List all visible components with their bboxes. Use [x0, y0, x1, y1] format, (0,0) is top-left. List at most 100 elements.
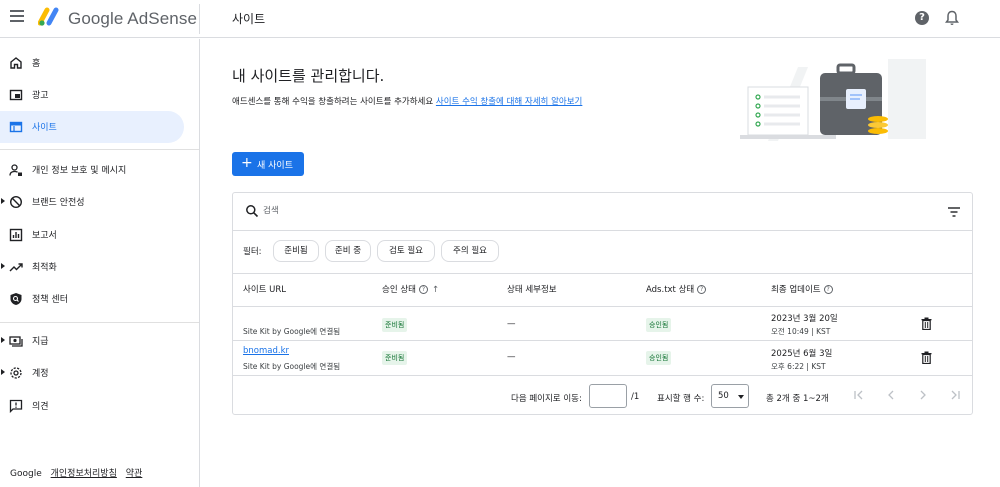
top-app-bar: Google AdSense 사이트 ? — [0, 0, 1000, 38]
help-icon[interactable]: ? — [915, 11, 929, 25]
total-pages: /1 — [631, 392, 640, 402]
sidebar-item-home[interactable]: 홈 — [0, 47, 184, 79]
rows-per-page-select[interactable]: 50 — [711, 384, 749, 408]
update-time: 오후 6:22 | KST — [771, 362, 826, 371]
search-icon — [246, 205, 259, 218]
next-page-icon[interactable] — [917, 389, 929, 401]
terms-link[interactable]: 약관 — [126, 469, 143, 479]
card-divider — [233, 306, 972, 307]
sidebar-footer: Google 개인정보처리방침 약관 — [10, 466, 148, 479]
privacy-policy-link[interactable]: 개인정보처리방침 — [51, 469, 117, 479]
sidebar-item-privacy[interactable]: 개인 정보 보호 및 메시지 — [0, 154, 184, 186]
info-icon[interactable]: ? — [418, 285, 428, 294]
sidebar-item-policy-center[interactable]: 정책 센터 — [0, 283, 184, 315]
sidebar-item-payments[interactable]: 지급 — [0, 325, 184, 357]
learn-more-link[interactable]: 사이트 수익 창출에 대해 자세히 알아보기 — [436, 97, 582, 107]
trending-up-icon — [9, 263, 23, 272]
search-input[interactable] — [263, 201, 863, 221]
info-icon[interactable]: ? — [823, 285, 833, 294]
col-header-last-update-label: 최종 업데이트 — [771, 285, 821, 295]
col-header-ads-txt[interactable]: Ads.txt 상태? — [646, 283, 707, 295]
sidebar-item-label: 브랜드 안전성 — [32, 198, 85, 208]
delete-trash-icon[interactable] — [921, 317, 932, 330]
filter-chip-needs-review[interactable]: 검토 필요 — [377, 240, 435, 262]
sidebar-item-ads[interactable]: 광고 — [0, 79, 184, 111]
col-header-approval[interactable]: 승인 상태? ↑ — [382, 283, 439, 295]
notifications-bell-icon[interactable] — [945, 10, 959, 26]
filter-label: 필터: — [243, 247, 262, 257]
sort-arrow-icon[interactable]: ↑ — [432, 285, 439, 295]
filter-chip-preparing[interactable]: 준비 중 — [325, 240, 371, 262]
sidebar-item-label: 광고 — [32, 91, 49, 101]
sidebar-item-sites[interactable]: 사이트 — [0, 111, 184, 143]
page-subtitle: 애드센스를 통해 수익을 창출하려는 사이트를 추가하세요 사이트 수익 창출에… — [232, 95, 582, 107]
payments-icon — [9, 336, 23, 347]
sites-illustration — [738, 57, 938, 143]
status-detail: — — [507, 352, 516, 362]
last-page-icon[interactable] — [949, 389, 961, 401]
info-icon[interactable]: ? — [697, 285, 707, 294]
page-heading: 내 사이트를 관리합니다. — [232, 67, 385, 85]
sidebar-item-label: 홈 — [32, 59, 41, 69]
policy-shield-icon — [10, 293, 22, 305]
filter-chip-needs-attention[interactable]: 주의 필요 — [441, 240, 499, 262]
card-divider — [233, 375, 972, 376]
range-label: 총 2개 중 1~2개 — [766, 394, 829, 404]
hamburger-menu-icon[interactable] — [10, 10, 24, 24]
ads-icon — [9, 89, 23, 101]
goto-page-input[interactable] — [589, 384, 627, 408]
home-icon — [10, 57, 22, 69]
expand-caret-icon[interactable] — [1, 369, 5, 375]
adsense-logo — [38, 7, 59, 26]
reports-icon — [9, 228, 23, 242]
col-header-site-url[interactable]: 사이트 URL — [243, 283, 286, 295]
sidebar-item-label: 보고서 — [32, 231, 57, 241]
card-divider — [233, 340, 972, 341]
sidebar-item-optimization[interactable]: 최적화 — [0, 251, 184, 283]
sidebar-item-reports[interactable]: 보고서 — [0, 219, 184, 251]
filter-chip-ready[interactable]: 준비됨 — [273, 240, 319, 262]
gear-icon — [10, 367, 22, 379]
sidebar-item-label: 사이트 — [32, 123, 57, 133]
goto-page-label: 다음 페이지로 이동: — [511, 394, 582, 404]
status-detail: — — [507, 319, 516, 329]
plus-icon: + — [241, 155, 253, 171]
sites-table-card: 필터: 준비됨 준비 중 검토 필요 주의 필요 사이트 URL 승인 상태? ↑… — [232, 192, 973, 415]
site-connection-note: Site Kit by Google에 연결됨 — [243, 362, 341, 371]
col-header-status-detail[interactable]: 상태 세부정보 — [507, 283, 557, 295]
page-title: 사이트 — [232, 12, 266, 26]
sidebar-divider — [0, 322, 199, 323]
sites-icon — [9, 121, 23, 133]
sidebar-item-label: 지급 — [32, 337, 49, 347]
expand-caret-icon[interactable] — [1, 337, 5, 343]
col-header-last-update[interactable]: 최종 업데이트? — [771, 283, 833, 295]
footer-google: Google — [10, 469, 42, 479]
previous-page-icon[interactable] — [885, 389, 897, 401]
privacy-icon — [9, 164, 22, 176]
sidebar-item-brand-safety[interactable]: 브랜드 안전성 — [0, 186, 184, 218]
sidebar-nav: 홈 광고 사이트 개인 정보 보호 및 메시지 브랜드 안전성 보고서 최적화 … — [0, 39, 200, 487]
sidebar-item-label: 정책 센터 — [32, 295, 68, 305]
new-site-button[interactable]: + 새 사이트 — [232, 152, 304, 176]
site-url-link[interactable]: bnomad.kr — [243, 346, 289, 356]
chevron-down-icon — [738, 395, 744, 399]
sidebar-item-label: 최적화 — [32, 263, 57, 273]
sidebar-item-label: 개인 정보 보호 및 메시지 — [32, 166, 127, 176]
new-site-label: 새 사이트 — [257, 161, 293, 171]
first-page-icon[interactable] — [853, 389, 865, 401]
card-divider — [233, 230, 972, 231]
col-header-approval-label: 승인 상태 — [382, 285, 416, 295]
status-badge: 준비됨 — [382, 351, 408, 365]
expand-caret-icon[interactable] — [1, 198, 5, 204]
block-icon — [9, 195, 23, 209]
filter-list-icon[interactable] — [947, 206, 961, 218]
sidebar-divider — [0, 149, 199, 150]
header-divider — [199, 4, 200, 34]
ads-txt-badge: 승인됨 — [646, 318, 672, 332]
sidebar-item-feedback[interactable]: 의견 — [0, 390, 184, 422]
delete-trash-icon[interactable] — [921, 351, 932, 364]
col-header-ads-txt-label: Ads.txt 상태 — [646, 285, 695, 295]
expand-caret-icon[interactable] — [1, 263, 5, 269]
sidebar-item-account[interactable]: 계정 — [0, 357, 184, 389]
sidebar-item-label: 계정 — [32, 369, 49, 379]
